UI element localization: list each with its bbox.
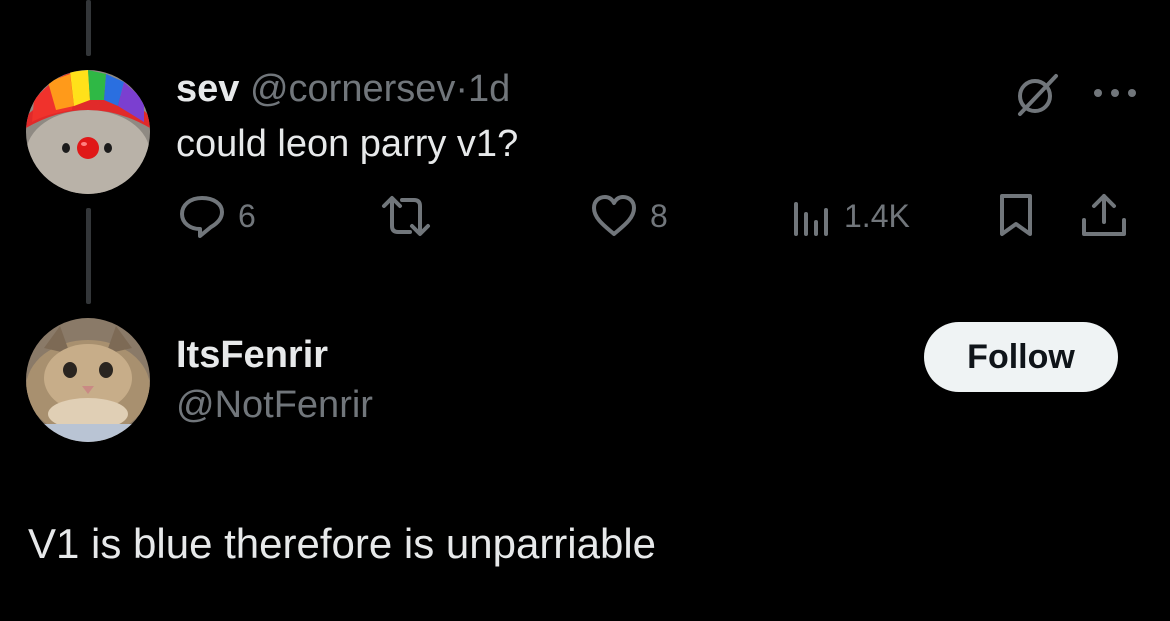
user-handle[interactable]: @cornersev bbox=[250, 68, 455, 110]
view-count: 1.4K bbox=[844, 197, 910, 234]
like-count: 8 bbox=[650, 197, 668, 234]
timestamp[interactable]: 1d bbox=[468, 68, 510, 110]
user-handle[interactable]: @NotFenrir bbox=[176, 382, 373, 428]
avatar[interactable] bbox=[26, 318, 150, 442]
display-name[interactable]: ItsFenrir bbox=[176, 332, 328, 378]
tweet-header: sev @cornersev·1d bbox=[176, 66, 510, 112]
clown-avatar-icon bbox=[26, 70, 150, 194]
cat-avatar-icon bbox=[26, 318, 150, 442]
separator-dot: · bbox=[455, 68, 469, 110]
bookmark-button[interactable] bbox=[994, 190, 1038, 242]
more-icon[interactable] bbox=[1092, 86, 1138, 98]
tweet-text: could leon parry v1? bbox=[176, 123, 519, 165]
like-button[interactable]: 8 bbox=[588, 190, 668, 242]
reply-button[interactable]: 6 bbox=[176, 190, 256, 242]
reply-count: 6 bbox=[238, 197, 256, 234]
follow-button[interactable]: Follow bbox=[924, 322, 1118, 392]
thread-connector bbox=[86, 208, 91, 304]
views-button[interactable]: 1.4K bbox=[790, 190, 910, 242]
views-icon bbox=[794, 202, 828, 236]
heart-icon bbox=[592, 195, 636, 236]
reply-icon bbox=[180, 196, 224, 238]
tweet-text: V1 is blue therefore is unparriable bbox=[28, 520, 657, 567]
repost-button[interactable] bbox=[378, 190, 444, 242]
bookmark-icon bbox=[1000, 194, 1032, 236]
avatar[interactable] bbox=[26, 70, 150, 194]
repost-icon bbox=[382, 196, 430, 236]
thread-connector-top bbox=[86, 0, 91, 56]
share-icon bbox=[1082, 194, 1126, 236]
share-button[interactable] bbox=[1076, 190, 1132, 242]
display-name[interactable]: sev bbox=[176, 68, 239, 110]
grok-icon[interactable] bbox=[1012, 70, 1060, 118]
